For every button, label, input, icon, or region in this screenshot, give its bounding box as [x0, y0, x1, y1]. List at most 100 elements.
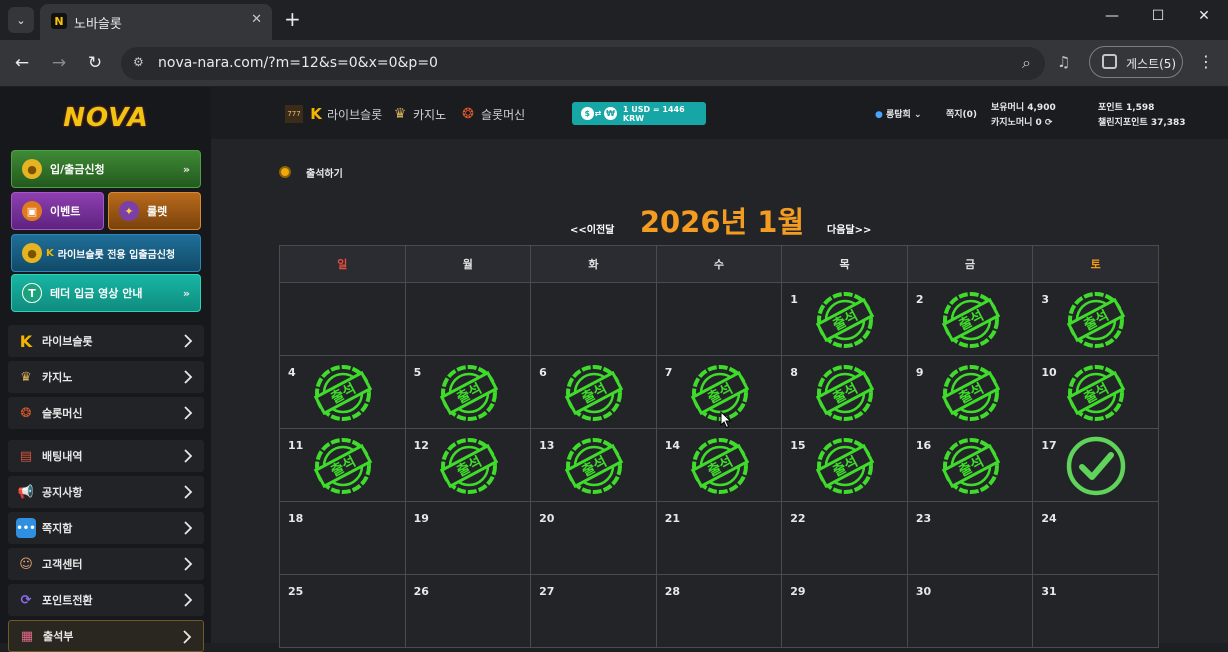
- attendance-title: 출석하기: [306, 169, 343, 180]
- day-number: 28: [664, 585, 680, 598]
- calendar-day-cell[interactable]: 31: [1032, 574, 1159, 648]
- more-menu-icon[interactable]: ⋮: [1198, 52, 1214, 71]
- calendar-day-cell[interactable]: 24: [1032, 501, 1159, 575]
- prev-month-link[interactable]: <<이전달: [570, 221, 614, 236]
- top-nav-slot-machine[interactable]: ❂ 슬롯머신: [459, 105, 525, 123]
- calendar-day-cell[interactable]: 23: [906, 501, 1034, 575]
- calendar-day-cell[interactable]: 1 출석: [781, 282, 908, 356]
- tab-search-button[interactable]: ⌄: [8, 7, 34, 33]
- forward-icon[interactable]: →: [49, 53, 69, 73]
- roulette-button[interactable]: ✦ 룰렛: [108, 192, 201, 230]
- sidebar-item-support[interactable]: ☺ 고객센터: [8, 548, 204, 580]
- attendance-stamp-icon: 출석: [941, 438, 1001, 494]
- calendar-day-cell[interactable]: 25: [279, 574, 406, 648]
- k-logo-icon: K: [46, 247, 54, 259]
- chevron-right-icon: [183, 630, 192, 644]
- day-number: 5: [413, 366, 422, 379]
- profile-button[interactable]: 게스트(5): [1089, 46, 1183, 78]
- window-close-icon[interactable]: ✕: [1192, 8, 1216, 24]
- top-navigation: 777 K 라이브슬롯 ♛ 카지노 ❂ 슬롯머신 $ ⇄ ₩ 1 USD = 1…: [211, 87, 1228, 139]
- calendar-day-cell[interactable]: 14 출석: [655, 428, 783, 502]
- top-nav-live-slot[interactable]: 777 K 라이브슬롯: [285, 105, 382, 123]
- sidebar: NOVA ● 입/출금신청 » ▣ 이벤트 ✦ 룰렛 ● K 라이브슬롯 전용 …: [0, 87, 211, 652]
- site-logo[interactable]: NOVA: [58, 95, 154, 141]
- challenge-points-balance: 챌린지포인트 37,383: [1098, 118, 1186, 128]
- sidebar-item-live-slot[interactable]: K 라이브슬롯: [8, 325, 204, 357]
- calendar-day-cell[interactable]: 28: [655, 574, 783, 648]
- calendar-day-cell[interactable]: 16 출석: [906, 428, 1034, 502]
- tab-close-icon[interactable]: ✕: [251, 12, 262, 27]
- day-number: 15: [790, 439, 806, 452]
- user-menu[interactable]: ● 롱탐희 ⌄: [875, 107, 922, 120]
- browser-toolbar: ← → ↻ ⚙ nova-nara.com/?m=12&s=0&x=0&p=0 …: [0, 40, 1228, 86]
- sidebar-item-messages[interactable]: ••• 쪽지함: [8, 512, 204, 544]
- next-month-link[interactable]: 다음달>>: [827, 221, 871, 236]
- calendar-day-cell[interactable]: 4 출석: [279, 355, 406, 429]
- calendar-week-row: 1 출석 2 출석 3 출석: [279, 282, 1159, 356]
- new-tab-button[interactable]: +: [284, 8, 301, 30]
- deposit-withdraw-button[interactable]: ● 입/출금신청 »: [11, 150, 201, 188]
- calendar-day-cell[interactable]: 27: [530, 574, 657, 648]
- calendar-day-cell[interactable]: 8 출석: [781, 355, 908, 429]
- calendar-day-cell[interactable]: 13 출석: [530, 428, 657, 502]
- attendance-stamp-icon: 출석: [690, 438, 749, 494]
- calendar-day-cell[interactable]: 19: [404, 501, 532, 575]
- calendar-day-cell[interactable]: 29: [781, 574, 908, 648]
- attendance-stamp-icon: 출석: [816, 365, 875, 421]
- event-button[interactable]: ▣ 이벤트: [11, 192, 104, 230]
- calendar-day-cell[interactable]: 30: [906, 574, 1034, 648]
- calendar-day-cell[interactable]: 18: [279, 501, 406, 575]
- check-circle-icon[interactable]: [1066, 436, 1126, 496]
- reload-icon[interactable]: ↻: [85, 53, 105, 73]
- calendar-day-cell[interactable]: 9 출석: [906, 355, 1034, 429]
- calendar-day-cell[interactable]: 5 출석: [404, 355, 532, 429]
- weekday-header: 금: [906, 245, 1034, 283]
- top-nav-casino[interactable]: ♛ 카지노: [391, 105, 446, 123]
- calendar-day-cell[interactable]: 20: [530, 501, 657, 575]
- attendance-stamp-icon: 출석: [313, 365, 373, 421]
- calendar-day-cell[interactable]: 7 출석: [655, 355, 783, 429]
- zoom-icon[interactable]: ⌕: [1022, 53, 1031, 73]
- address-bar[interactable]: ⚙ nova-nara.com/?m=12&s=0&x=0&p=0 ⌕: [121, 47, 1045, 80]
- sidebar-item-label: 공지사항: [42, 486, 83, 499]
- day-number: 22: [790, 512, 806, 525]
- chevron-right-icon: [184, 557, 193, 571]
- calendar-day-cell[interactable]: 11 출석: [279, 428, 406, 502]
- messages-link[interactable]: 쪽지(0): [946, 107, 977, 120]
- calendar-day-cell[interactable]: 22: [781, 501, 908, 575]
- sidebar-item-point-convert[interactable]: ⟳ 포인트전환: [8, 584, 204, 616]
- sidebar-item-slot-machine[interactable]: ❂ 슬롯머신: [8, 397, 204, 429]
- minimize-icon[interactable]: —: [1100, 8, 1124, 24]
- calendar-day-cell[interactable]: 26: [404, 574, 532, 648]
- refresh-icon[interactable]: ⟳: [1045, 118, 1053, 128]
- attendance-bullet-icon: [279, 166, 291, 178]
- calendar-day-cell[interactable]: 15 출석: [781, 428, 908, 502]
- browser-tab[interactable]: N 노바슬롯 ✕: [40, 4, 272, 40]
- day-number: 2: [915, 293, 924, 306]
- sidebar-item-attendance[interactable]: ▦ 출석부: [8, 620, 204, 652]
- sidebar-item-bet-history[interactable]: ▤ 배팅내역: [8, 440, 204, 472]
- site-info-icon[interactable]: ⚙: [133, 55, 151, 73]
- attendance-stamp-icon: 출석: [816, 292, 875, 348]
- live-slot-deposit-button[interactable]: ● K 라이브슬롯 전용 입출금신청: [11, 234, 201, 272]
- back-icon[interactable]: ←: [12, 53, 32, 73]
- day-number: 7: [664, 366, 673, 379]
- calendar-day-cell[interactable]: 3 출석: [1032, 282, 1159, 356]
- calendar-day-cell[interactable]: 6 출석: [530, 355, 657, 429]
- top-nav-label: 라이브슬롯: [327, 107, 383, 122]
- calendar-day-cell[interactable]: 17: [1032, 428, 1159, 502]
- sidebar-item-casino[interactable]: ♛ 카지노: [8, 361, 204, 393]
- day-number: 10: [1041, 366, 1057, 379]
- calendar-day-cell[interactable]: 21: [655, 501, 783, 575]
- top-nav-label: 슬롯머신: [481, 107, 526, 122]
- deposit-withdraw-label: 입/출금신청: [50, 163, 105, 176]
- sidebar-item-notice[interactable]: 📢 공지사항: [8, 476, 204, 508]
- calendar-day-cell[interactable]: 2 출석: [906, 282, 1034, 356]
- maximize-icon[interactable]: ☐: [1146, 8, 1170, 24]
- media-control-icon[interactable]: ♫: [1057, 53, 1070, 71]
- calendar-day-cell[interactable]: 12 출석: [404, 428, 532, 502]
- profile-icon: [1102, 54, 1117, 69]
- calendar-day-cell[interactable]: 10 출석: [1032, 355, 1159, 429]
- tether-guide-button[interactable]: T 테더 입금 영상 안내 »: [11, 274, 201, 312]
- calendar-week-row: 25 26 27 28 29 30 31: [279, 574, 1159, 648]
